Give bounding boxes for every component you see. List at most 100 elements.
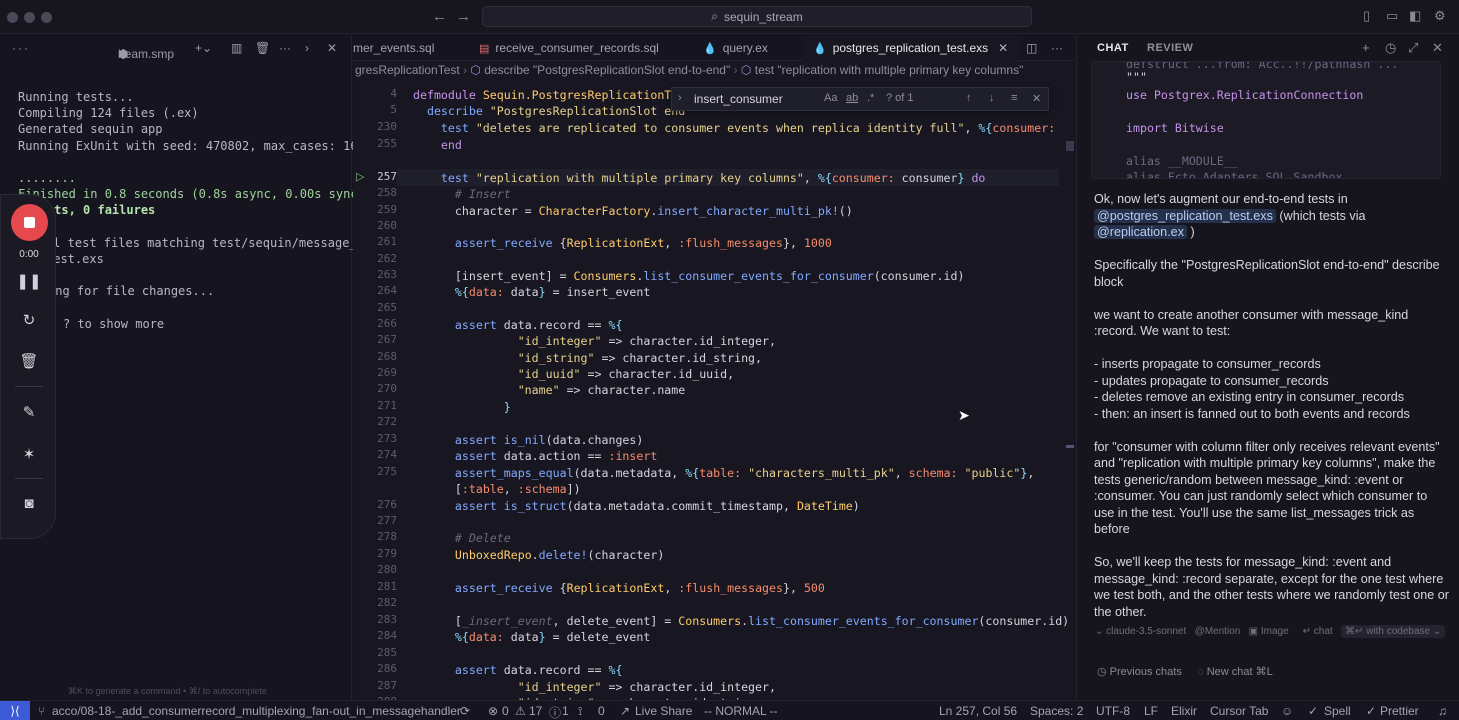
close-icon[interactable]: ✕	[1432, 40, 1443, 56]
breadcrumb-test[interactable]: test "replication with multiple primary …	[755, 63, 1024, 77]
tab-label: query.ex	[722, 41, 768, 55]
more-icon[interactable]: ···	[12, 41, 30, 55]
back-arrow-icon[interactable]: ←	[432, 8, 447, 25]
new-terminal-icon[interactable]: +⌄	[195, 41, 212, 55]
tab-chat[interactable]: CHAT	[1097, 42, 1129, 54]
minimize-window-button[interactable]	[24, 12, 35, 23]
close-icon[interactable]: ✕	[327, 41, 337, 55]
divider	[15, 478, 43, 479]
terminal-line: ........	[18, 171, 76, 186]
line-ending[interactable]: LF	[1144, 704, 1158, 718]
chat-input-meta: ⌄ claude-3.5-sonnet @Mention ▣ Image ↵ c…	[1095, 625, 1446, 638]
info-count[interactable]: 1	[562, 704, 569, 718]
warning-count[interactable]: 17	[529, 704, 542, 718]
close-window-button[interactable]	[7, 12, 18, 23]
image-button[interactable]: Image	[1261, 626, 1289, 637]
prettier[interactable]: Prettier	[1380, 704, 1419, 718]
forward-arrow-icon[interactable]: →	[456, 8, 471, 25]
line-number: 281	[377, 580, 397, 593]
run-test-icon[interactable]: ▷	[356, 170, 364, 183]
chevron-right-icon[interactable]: ›	[305, 41, 309, 55]
indentation[interactable]: Spaces: 2	[1030, 704, 1083, 718]
new-chat-button[interactable]: New chat ⌘L	[1207, 666, 1273, 678]
previous-chats-link[interactable]: Previous chats	[1110, 666, 1182, 678]
find-in-selection-icon[interactable]: ≡	[1011, 92, 1017, 104]
message-text: )	[1190, 225, 1195, 239]
history-icon[interactable]: ◷	[1385, 40, 1396, 56]
maximize-window-button[interactable]	[41, 12, 52, 23]
pause-icon[interactable]: ❚❚	[1, 272, 57, 290]
spell-check[interactable]: Spell	[1324, 704, 1351, 718]
split-editor-icon[interactable]: ◫	[1026, 35, 1037, 61]
toggle-right-panel-icon[interactable]: ◧	[1409, 8, 1421, 24]
encoding[interactable]: UTF-8	[1096, 704, 1130, 718]
spell-check-icon: ✓	[1308, 704, 1319, 718]
tab-query-ex[interactable]: 💧 query.ex	[703, 35, 768, 61]
next-match-icon[interactable]: ↓	[989, 92, 995, 104]
expand-icon[interactable]: ⤢	[1408, 40, 1418, 56]
chat-submit[interactable]: chat	[1314, 626, 1333, 637]
find-input[interactable]: insert_consumer	[694, 92, 783, 106]
restart-icon[interactable]: ↻	[1, 311, 57, 329]
magic-wand-icon[interactable]: ✶	[1, 445, 57, 463]
pen-icon[interactable]: ✎	[1, 403, 57, 421]
language-mode[interactable]: Elixir	[1171, 704, 1197, 718]
trash-icon[interactable]: 🗑	[255, 41, 270, 55]
line-number: 277	[377, 514, 397, 527]
message-text: Ok, now let's augment our end-to-end tes…	[1094, 192, 1348, 206]
codebase-button[interactable]: ⌘↵ with codebase ⌄	[1341, 625, 1446, 638]
add-icon[interactable]: +	[1362, 40, 1370, 55]
code-line: alias __MODULE__	[1126, 154, 1238, 168]
chat-panel: CHAT REVIEW + ◷ ⤢ ✕ defstruct ...from: A…	[1076, 35, 1459, 700]
scrollbar-marker	[1066, 445, 1074, 448]
more-icon[interactable]: ···	[1051, 35, 1063, 61]
split-terminal-icon[interactable]: ▥	[231, 41, 242, 55]
tab-postgres-replication-test[interactable]: 💧 postgres_replication_test.exs ✕	[803, 35, 1019, 61]
code-line: """	[1126, 70, 1147, 84]
mention-button[interactable]: @Mention	[1195, 626, 1241, 637]
breadcrumb-module[interactable]: gresReplicationTest	[355, 63, 460, 77]
delete-icon[interactable]: 🗑	[1, 352, 57, 370]
chevron-right-icon[interactable]: ›	[678, 92, 682, 104]
more-actions-icon[interactable]: ···	[279, 41, 291, 55]
settings-gear-icon[interactable]: ⚙	[1434, 8, 1446, 24]
match-case-toggle[interactable]: Aa	[824, 92, 837, 104]
file-reference[interactable]: @postgres_replication_test.exs	[1094, 208, 1276, 223]
sync-icon[interactable]: ⟳	[460, 704, 470, 718]
regex-toggle[interactable]: .*	[867, 92, 874, 104]
error-count[interactable]: 0	[502, 704, 509, 718]
tab-review[interactable]: REVIEW	[1147, 42, 1193, 54]
scrollbar-thumb[interactable]	[1066, 141, 1074, 151]
tab-mer-events-sql[interactable]: mer_events.sql	[353, 35, 434, 61]
cursor-position[interactable]: Ln 257, Col 56	[939, 704, 1017, 718]
code-line: import Bitwise	[1126, 121, 1224, 135]
ports-count[interactable]: 0	[598, 704, 605, 718]
whole-word-toggle[interactable]: ab	[846, 92, 858, 104]
command-search[interactable]: ⌕ sequin_stream	[482, 6, 1032, 27]
model-selector[interactable]: ⌄ claude-3.5-sonnet	[1095, 626, 1186, 637]
line-number: 280	[377, 563, 397, 576]
message-text: Specifically the "PostgresReplicationSlo…	[1094, 258, 1440, 289]
terminal-output[interactable]: Running tests... Compiling 124 files (.ex…	[18, 89, 378, 332]
line-number: 266	[377, 317, 397, 330]
stop-recording-button[interactable]	[11, 204, 48, 241]
cursor-tab[interactable]: Cursor Tab	[1210, 704, 1268, 718]
copilot-icon[interactable]: ☺	[1281, 704, 1293, 718]
file-reference[interactable]: @replication.ex	[1094, 225, 1187, 239]
line-number: 269	[377, 366, 397, 379]
divider	[15, 386, 43, 387]
close-icon[interactable]: ✕	[1032, 92, 1041, 105]
tab-receive-consumer-records[interactable]: ▤ receive_consumer_records.sql	[479, 35, 659, 61]
toggle-panel-icon[interactable]: ▭	[1386, 8, 1398, 24]
notifications-icon[interactable]: ♫	[1438, 704, 1447, 718]
close-tab-icon[interactable]: ✕	[998, 41, 1008, 55]
remote-indicator-icon[interactable]: ⟩⟨	[0, 701, 30, 720]
breadcrumb-describe[interactable]: describe "PostgresReplicationSlot end-to…	[484, 63, 730, 77]
git-branch[interactable]: acco/08-18-_add_consumerrecord_multiplex…	[52, 704, 461, 718]
live-share-button[interactable]: Live Share	[635, 704, 692, 718]
previous-match-icon[interactable]: ↑	[966, 92, 972, 104]
camera-icon[interactable]: ◙	[1, 495, 57, 512]
code-line: alias Ecto.Adapters.SQL.Sandbox	[1126, 170, 1343, 179]
toggle-sidebar-icon[interactable]: ▯	[1363, 8, 1370, 24]
